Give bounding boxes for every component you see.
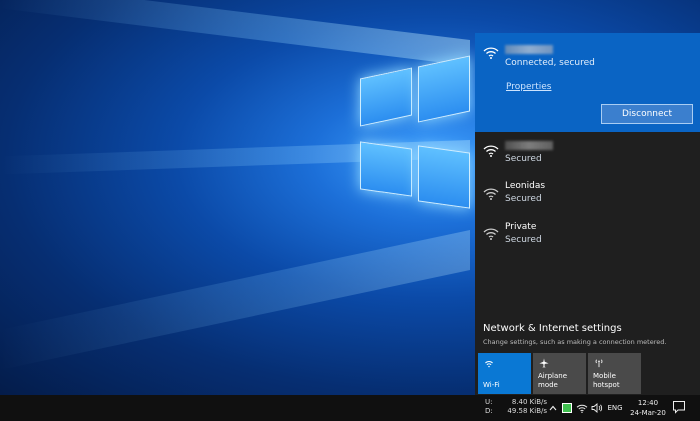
network-list-item[interactable]: Private Secured (475, 220, 700, 260)
clock-date: 24-Mar-20 (630, 409, 666, 417)
network-ssid: Leonidas (505, 181, 546, 191)
input-language[interactable]: ENG (606, 400, 624, 416)
upload-speed: 8.40 KiB/s (511, 398, 547, 406)
redacted-ssid (505, 45, 553, 54)
airplane-icon (539, 358, 549, 368)
wifi-icon (485, 361, 493, 368)
wifi-icon (483, 188, 499, 200)
clock[interactable]: 12:40 24-Mar-20 (628, 398, 668, 418)
network-ssid: Private (505, 222, 537, 232)
logo-pane (360, 141, 412, 197)
wifi-icon (483, 47, 499, 59)
airplane-mode-tile[interactable]: Airplane mode (533, 353, 586, 394)
network-settings-description: Change settings, such as making a connec… (483, 338, 667, 346)
volume-icon[interactable] (591, 400, 603, 416)
network-speed-meter: U: 8.40 KiB/s D: 49.58 KiB/s (485, 398, 547, 416)
network-list-item[interactable]: Leonidas Secured (475, 180, 700, 220)
network-settings-link[interactable]: Network & Internet settings (483, 323, 622, 334)
network-ssid (505, 141, 553, 153)
network-status: Secured (505, 235, 542, 245)
action-center-icon[interactable] (672, 400, 686, 414)
network-list-item[interactable]: Secured (475, 139, 700, 179)
download-speed: 49.58 KiB/s (507, 407, 547, 415)
upload-label: U: (485, 398, 493, 406)
wifi-icon (483, 228, 499, 240)
clock-time: 12:40 (637, 399, 659, 407)
light-beam (0, 230, 470, 370)
logo-pane (418, 145, 470, 209)
download-label: D: (485, 407, 493, 415)
windows-logo (360, 45, 475, 245)
tile-label: Airplane mode (538, 372, 568, 389)
network-status: Connected, secured (505, 58, 595, 68)
wifi-icon (483, 145, 499, 157)
wifi-tray-icon[interactable] (576, 400, 588, 416)
network-flyout: Connected, secured Properties Disconnect… (475, 33, 700, 395)
show-hidden-icons-chevron-icon[interactable] (548, 400, 558, 416)
wifi-toggle-tile[interactable]: Wi-Fi (478, 353, 531, 394)
disconnect-button[interactable]: Disconnect (601, 104, 693, 124)
network-status: Secured (505, 154, 542, 164)
hotspot-icon (595, 359, 603, 368)
logo-pane (418, 55, 470, 123)
network-status: Secured (505, 194, 542, 204)
network-ssid (505, 45, 553, 57)
mobile-hotspot-tile[interactable]: Mobile hotspot (588, 353, 641, 394)
tile-label: Wi-Fi (483, 381, 500, 389)
taskbar: U: 8.40 KiB/s D: 49.58 KiB/s ENG 12:40 24-… (0, 395, 700, 421)
tile-label: Mobile hotspot (593, 372, 620, 389)
app-tray-icon[interactable] (560, 400, 574, 416)
redacted-ssid (505, 141, 553, 150)
properties-link[interactable]: Properties (506, 82, 551, 92)
logo-pane (360, 67, 412, 127)
connected-network[interactable]: Connected, secured Properties Disconnect (475, 33, 700, 132)
